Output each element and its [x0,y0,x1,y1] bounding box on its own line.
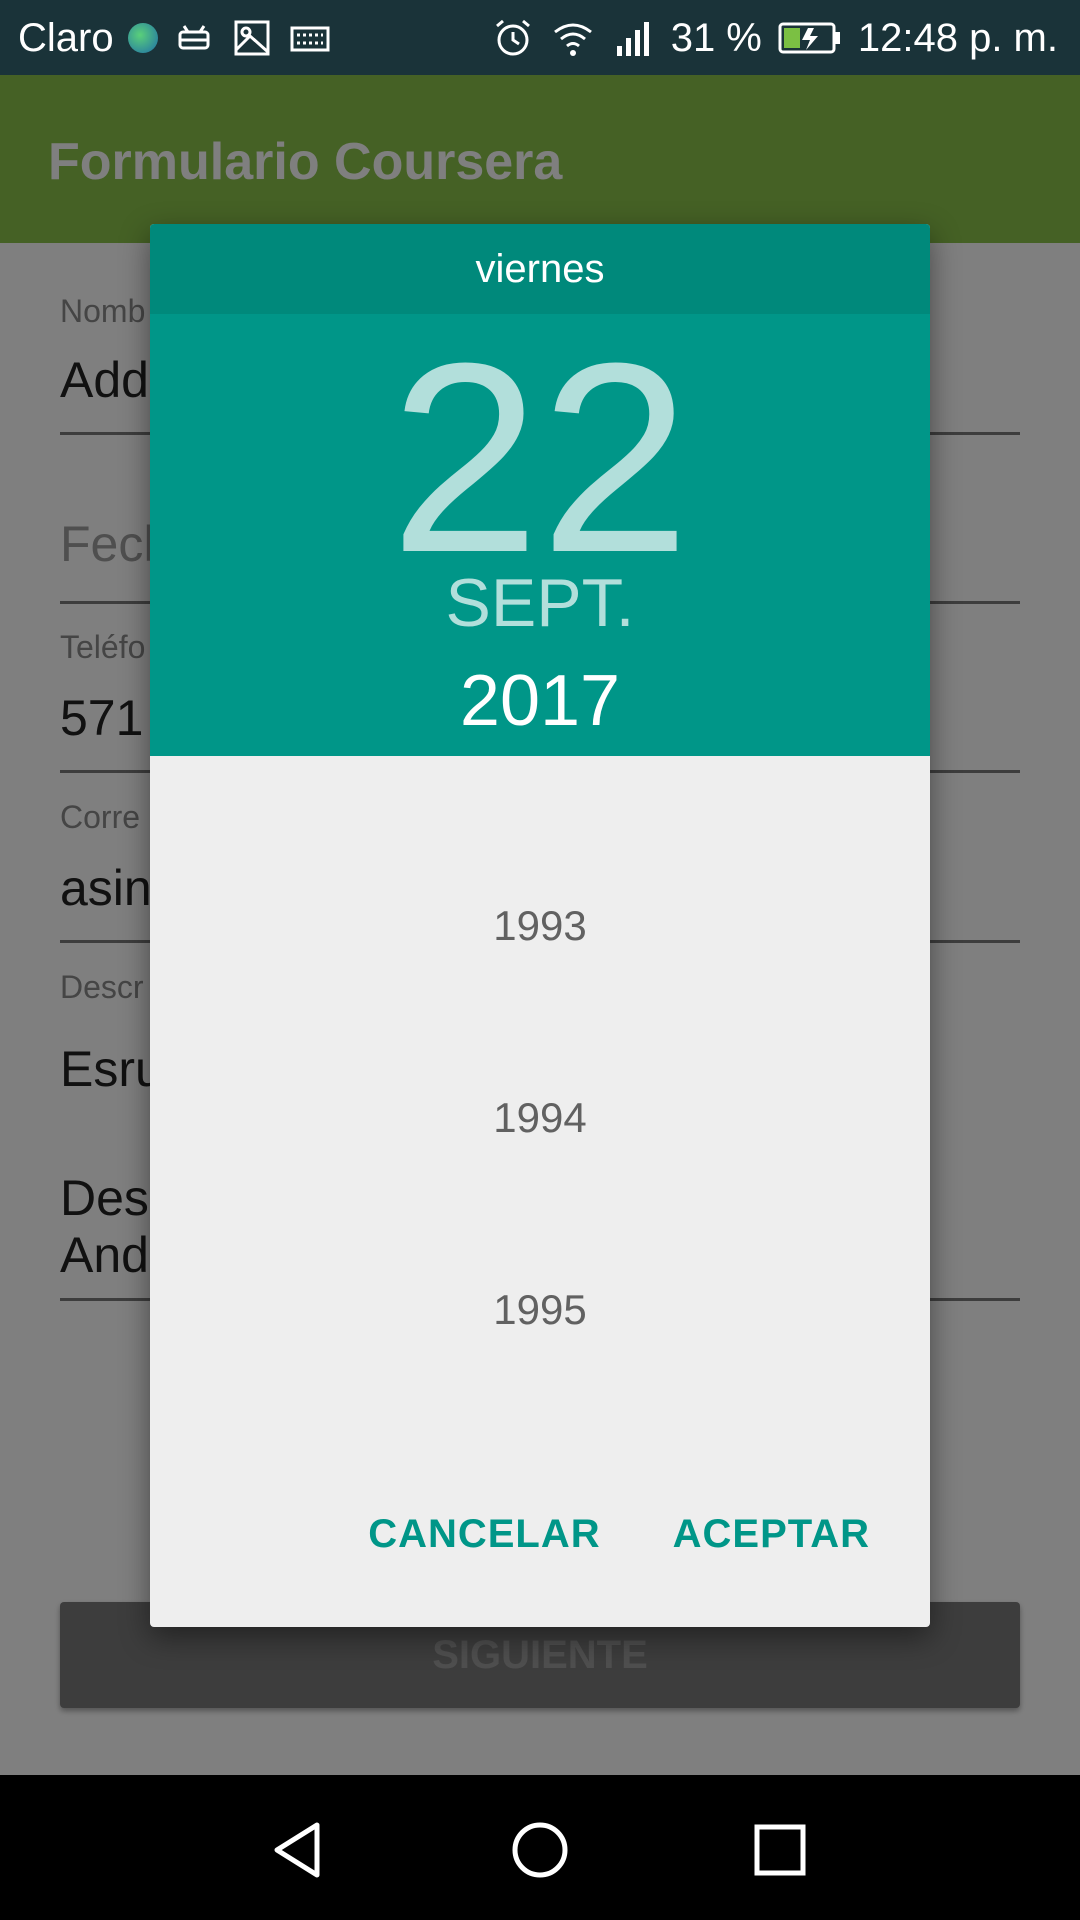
battery-percent: 31 % [670,16,762,60]
battery-charging-icon [778,22,840,54]
selected-day[interactable]: 22 [150,324,930,594]
image-icon [234,20,270,56]
navigation-bar [0,1775,1080,1920]
accept-button[interactable]: ACEPTAR [673,1512,870,1557]
signal-icon [616,22,649,56]
year-item-partial [150,756,930,780]
recents-icon[interactable] [745,1815,815,1885]
status-bar: Claro 31 % 12:48 p. m. [0,0,1080,75]
back-icon[interactable] [265,1815,335,1885]
keyboard-icon [290,26,330,52]
clock: 12:48 p. m. [857,16,1058,60]
globe-icon [127,23,158,53]
status-left: Claro [18,14,332,62]
wifi-icon [553,23,592,56]
year-item[interactable]: 1994 [150,1094,930,1142]
android-icon [178,25,210,50]
selected-year[interactable]: 2017 [150,660,930,742]
day-of-week: viernes [150,224,930,314]
date-picker-dialog: viernes 22 SEPT. 2017 1993 1994 1995 CAN… [150,224,930,1627]
status-right: 31 % 12:48 p. m. [491,14,1058,62]
selected-month[interactable]: SEPT. [150,564,930,642]
date-header: 22 SEPT. 2017 [150,314,930,756]
year-item[interactable]: 1993 [150,902,930,950]
cancel-button[interactable]: CANCELAR [368,1512,600,1557]
home-icon[interactable] [505,1815,575,1885]
dialog-actions: CANCELAR ACEPTAR [368,1512,870,1557]
year-item[interactable]: 1995 [150,1286,930,1334]
year-list[interactable]: 1993 1994 1995 [150,756,930,1456]
carrier-name: Claro [18,16,114,60]
alarm-icon [495,19,530,56]
